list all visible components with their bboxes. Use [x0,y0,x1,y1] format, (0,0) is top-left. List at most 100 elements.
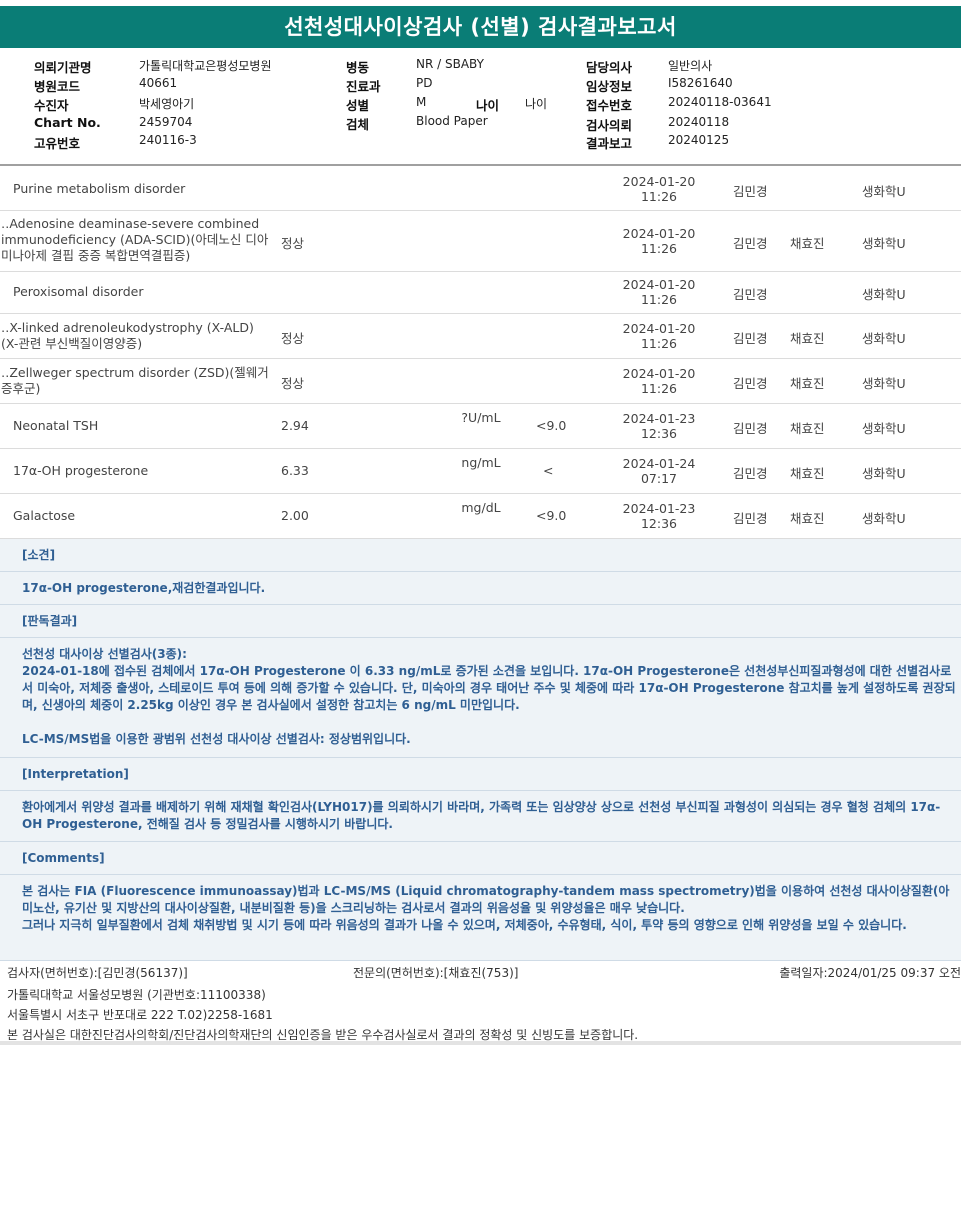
comments-text-1: 본 검사는 FIA (Fluorescence immunoassay)법과 L… [22,884,950,915]
table-row: Peroxisomal disorder 2024-01-20 11:26 김민… [0,272,961,314]
test-dept: 생화학U [862,236,906,251]
confirmer-name: 채효진 [790,331,825,346]
confirmer-name: 채효진 [790,511,825,526]
tester-name: 김민경 [733,466,768,481]
request-label: 검사의뢰 [586,118,633,133]
specimen-label: 검체 [346,117,370,132]
request-value: 20240118 [668,115,730,129]
clinical-value: I58261640 [668,76,733,90]
chart-no-label: Chart No. [34,115,101,130]
institution-value: 가톨릭대학교은평성모병원 [139,59,272,73]
report-title: 선천성대사이상검사 (선별) 검사결과보고서 [0,6,961,48]
patient-value: 박세영아기 [139,97,195,111]
judgement-section: 선천성 대사이상 선별검사(3종): 2024-01-18에 접수된 검체에서 … [0,638,961,758]
test-name: Neonatal TSH [13,418,99,433]
test-time: 11:26 [640,189,678,204]
ward-label: 병동 [346,60,370,75]
results-table: Purine metabolism disorder 2024-01-20 11… [0,169,961,539]
test-dept: 생화학U [862,184,906,199]
test-name: ‥Zellweger spectrum disorder (ZSD)(젤웨거 증… [1,365,269,396]
test-result: 2.94 [281,418,309,433]
confirmer-name: 채효진 [790,466,825,481]
test-dept: 생화학U [862,376,906,391]
test-time: 07:17 [640,471,678,486]
test-time: 11:26 [640,336,678,351]
test-date: 2024-01-20 [622,321,696,336]
confirmer-name: 채효진 [790,236,825,251]
report-date-label: 결과보고 [586,136,633,151]
reference-range: <9.0 [536,418,567,433]
test-dept: 생화학U [862,466,906,481]
report-notes: [소견] 17α-OH progesterone,재검한결과입니다. [판독결과… [0,539,961,961]
receipt-label: 접수번호 [586,98,633,113]
unique-no-label: 고유번호 [34,136,81,151]
test-date: 2024-01-20 [622,277,696,292]
chart-no-value: 2459704 [139,115,193,129]
dept-label: 진료과 [346,79,381,94]
receipt-value: 20240118-03641 [668,95,772,109]
lab-address: 서울특별시 서초구 반포대로 222 T.02)2258-1681 [7,1008,273,1022]
patient-info-header: 의뢰기관명 가톨릭대학교은평성모병원 병원코드 40661 수진자 박세영아기 … [0,48,961,166]
test-dept: 생화학U [862,287,906,302]
test-time: 11:26 [640,381,678,396]
table-row: Galactose 2.00 mg/dL <9.0 2024-01-23 12:… [0,494,961,539]
specialist-license: 전문의(면허번호):[채효진(753)] [353,966,519,980]
test-date: 2024-01-20 [622,174,696,189]
test-date: 2024-01-20 [622,226,696,241]
tester-name: 김민경 [733,184,768,199]
test-dept: 생화학U [862,511,906,526]
hospital-code-value: 40661 [139,76,178,90]
doctor-label: 담당의사 [586,60,633,75]
reference-range: < [543,463,554,478]
sex-label: 성별 [346,98,370,113]
table-row: ‥Adenosine deaminase-severe combined imm… [0,211,961,272]
comments-text-2: 그러나 지극히 일부질환에서 검체 채취방법 및 시기 등에 따라 위음성의 결… [22,918,907,932]
tester-name: 김민경 [733,287,768,302]
institution-label: 의뢰기관명 [34,60,92,75]
unique-no-value: 240116-3 [139,133,197,147]
test-time: 12:36 [640,426,678,441]
test-name: 17α-OH progesterone [13,463,149,478]
specimen-value: Blood Paper [416,114,488,128]
sex-value: M [416,95,427,109]
comments-title: [Comments] [0,842,961,875]
confirmer-name: 채효진 [790,421,825,436]
clinical-label: 임상정보 [586,79,633,94]
report-footer: 검사자(면허번호):[김민경(56137)] 전문의(면허번호):[채효진(75… [0,961,961,1045]
tester-name: 김민경 [733,511,768,526]
test-name: ‥X-linked adrenoleukodystrophy (X-ALD)(X… [1,320,254,351]
test-unit: ng/mL [461,455,501,470]
finding-title: [소견] [0,539,961,572]
test-result: 정상 [281,236,305,251]
interpretation-text: 환아에게서 위양성 결과를 배제하기 위해 재채혈 확인검사(LYH017)를 … [0,791,961,842]
test-date: 2024-01-20 [622,366,696,381]
comments-section: 본 검사는 FIA (Fluorescence immunoassay)법과 L… [0,875,961,961]
test-dept: 생화학U [862,421,906,436]
test-unit: mg/dL [461,500,501,515]
test-result: 정상 [281,331,305,346]
test-time: 11:26 [640,241,678,256]
dept-value: PD [416,76,433,90]
test-unit: ?U/mL [461,410,501,425]
test-date: 2024-01-23 [622,411,696,426]
test-date: 2024-01-23 [622,501,696,516]
test-name: ‥Adenosine deaminase-severe combined imm… [1,216,269,263]
patient-label: 수진자 [34,98,69,113]
test-name: Galactose [13,508,76,523]
hospital-code-label: 병원코드 [34,79,81,94]
lab-name: 가톨릭대학교 서울성모병원 (기관번호:11100338) [7,988,266,1002]
reference-range: <9.0 [536,508,567,523]
test-name: Purine metabolism disorder [13,181,186,196]
test-name: Peroxisomal disorder [13,284,144,299]
tester-license: 검사자(면허번호):[김민경(56137)] [7,966,188,980]
tester-name: 김민경 [733,376,768,391]
judgement-detail: 2024-01-18에 접수된 검체에서 17α-OH Progesterone… [22,664,956,712]
test-result: 2.00 [281,508,309,523]
table-row: ‥Zellweger spectrum disorder (ZSD)(젤웨거 증… [0,359,961,404]
report-date-value: 20240125 [668,133,730,147]
tester-name: 김민경 [733,331,768,346]
table-row: ‥X-linked adrenoleukodystrophy (X-ALD)(X… [0,314,961,359]
finding-text: 17α-OH progesterone,재검한결과입니다. [0,572,961,605]
confirmer-name: 채효진 [790,376,825,391]
tester-name: 김민경 [733,421,768,436]
